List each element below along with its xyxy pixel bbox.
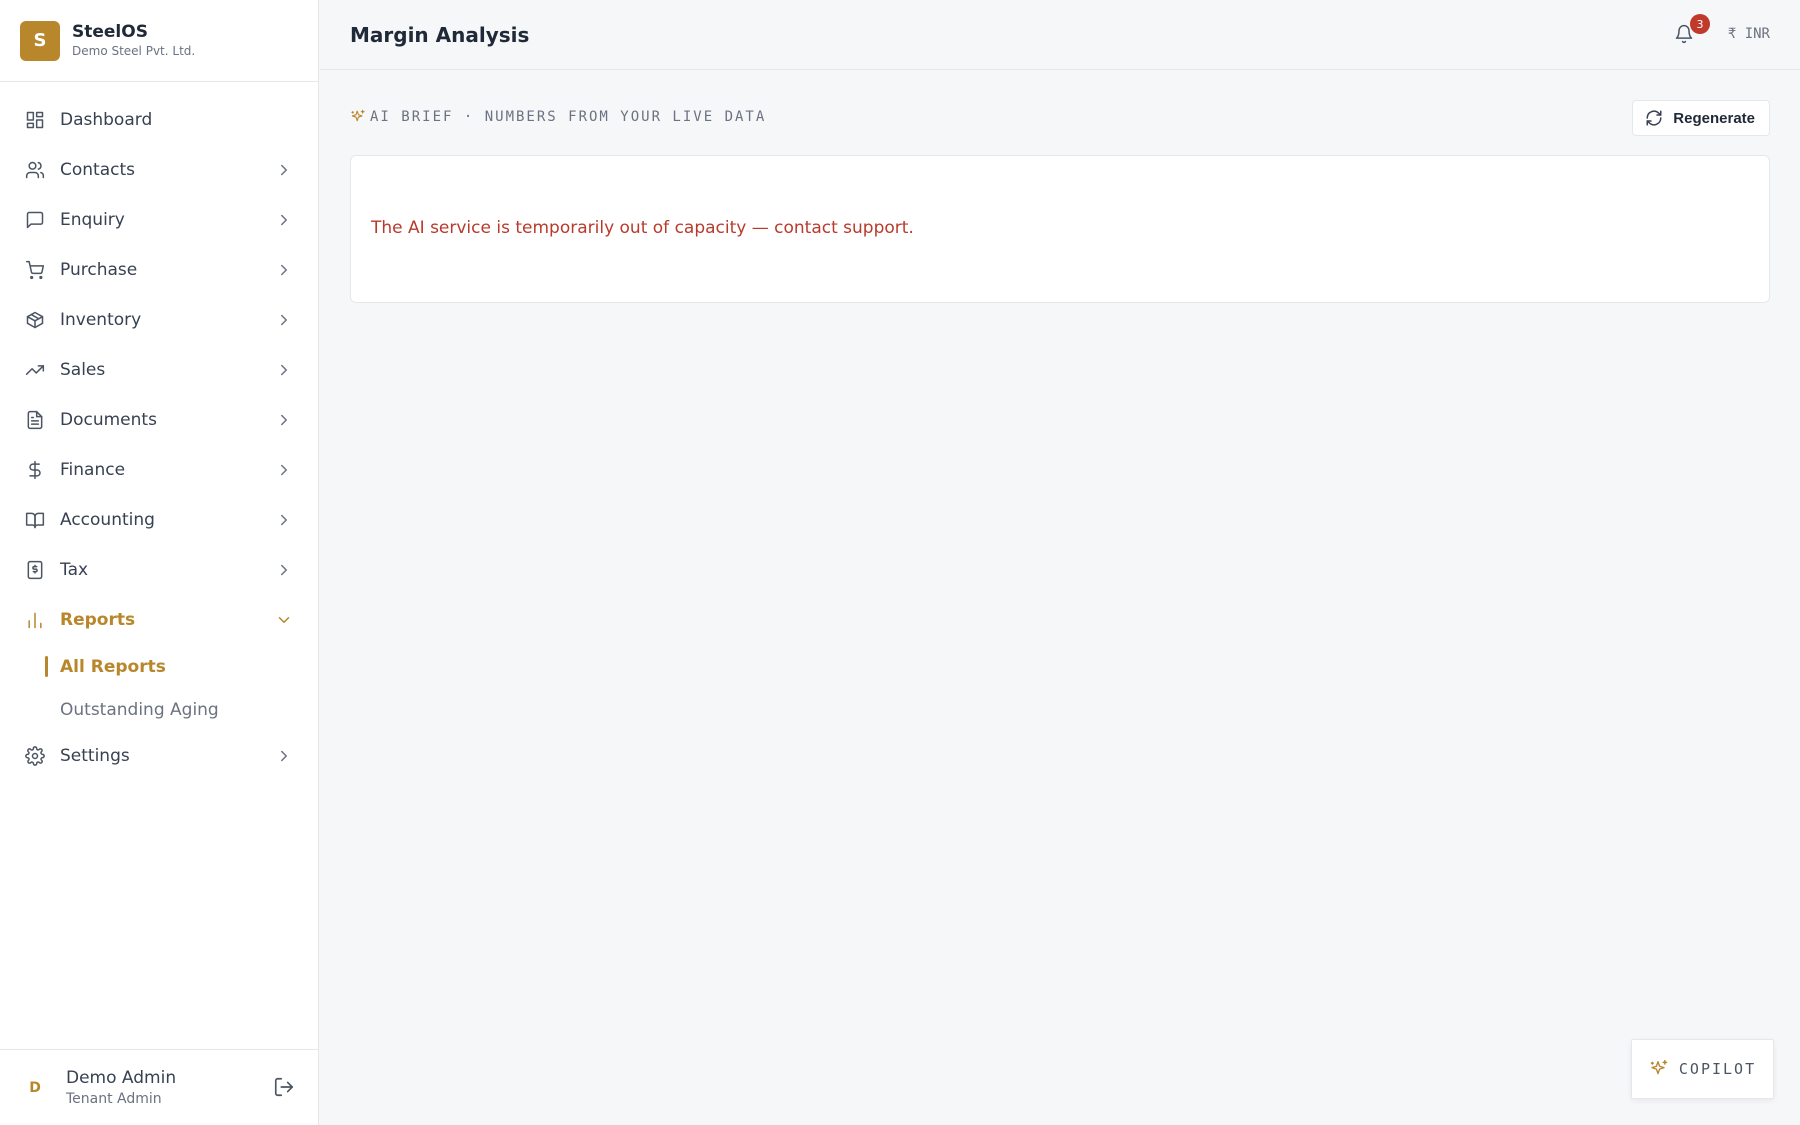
sidebar-item-enquiry[interactable]: Enquiry (0, 195, 319, 245)
regenerate-label: Regenerate (1673, 109, 1755, 127)
brand-name: SteelOS (72, 21, 148, 42)
sidebar-nav: Dashboard Contacts Enquiry Purchase Inve… (0, 95, 319, 781)
trending-up-icon (24, 359, 46, 381)
currency-selector[interactable]: ₹ INR (1728, 26, 1770, 42)
sidebar-item-label: Accounting (60, 510, 155, 530)
chevron-right-icon (275, 311, 293, 329)
book-icon (24, 509, 46, 531)
sidebar-item-label: Finance (60, 460, 126, 480)
chevron-right-icon (275, 361, 293, 379)
chevron-right-icon (275, 161, 293, 179)
sidebar-item-label: Dashboard (60, 110, 153, 130)
sidebar-item-label: Sales (60, 360, 106, 380)
sidebar-subitem-label: Outstanding Aging (60, 699, 219, 720)
dashboard-icon (24, 109, 46, 131)
sidebar-item-dashboard[interactable]: Dashboard (0, 95, 319, 145)
sidebar-subitem-outstanding-aging[interactable]: Outstanding Aging (0, 688, 319, 731)
chevron-right-icon (275, 511, 293, 529)
chevron-right-icon (275, 411, 293, 429)
sidebar-subitem-all-reports[interactable]: All Reports (0, 645, 319, 688)
document-icon (24, 409, 46, 431)
brand-logo: S (20, 20, 60, 61)
sidebar-item-label: Settings (60, 746, 130, 766)
sidebar-item-accounting[interactable]: Accounting (0, 495, 319, 545)
chevron-right-icon (275, 211, 293, 229)
top-bar: Margin Analysis 3 ₹ INR (320, 0, 1800, 70)
ai-brief-card: The AI service is temporarily out of cap… (350, 155, 1770, 303)
sidebar-item-label: Inventory (60, 310, 142, 330)
logout-icon (274, 1077, 294, 1097)
user-profile: D Demo Admin Tenant Admin (0, 1049, 319, 1125)
sidebar-item-reports[interactable]: Reports (0, 595, 319, 645)
sidebar-item-settings[interactable]: Settings (0, 731, 319, 781)
company-name: Demo Steel Pvt. Ltd. (72, 43, 196, 58)
main-content: Margin Analysis 3 ₹ INR AI BRIEF · NUMBE… (320, 0, 1800, 1125)
user-name: Demo Admin (66, 1067, 177, 1088)
brand-header: S SteelOS Demo Steel Pvt. Ltd. (0, 0, 318, 82)
dollar-icon (24, 459, 46, 481)
sidebar-item-label: Tax (60, 560, 89, 580)
sidebar-item-purchase[interactable]: Purchase (0, 245, 319, 295)
sidebar-item-label: Contacts (60, 160, 135, 180)
ai-brief-label: AI BRIEF · NUMBERS FROM YOUR LIVE DATA (370, 109, 767, 125)
users-icon (24, 159, 46, 181)
notification-count-badge: 3 (1690, 14, 1710, 34)
sidebar-item-documents[interactable]: Documents (0, 395, 319, 445)
logout-button[interactable] (273, 1076, 297, 1100)
cart-icon (24, 259, 46, 281)
error-message: The AI service is temporarily out of cap… (371, 218, 914, 238)
receipt-icon (24, 559, 46, 581)
sidebar-item-sales[interactable]: Sales (0, 345, 319, 395)
message-icon (24, 209, 46, 231)
sparkles-icon (351, 109, 365, 122)
sidebar-item-label: Purchase (60, 260, 138, 280)
sidebar-item-label: Reports (60, 610, 136, 630)
chevron-right-icon (275, 261, 293, 279)
refresh-icon (1646, 110, 1662, 126)
sparkles-icon (1650, 1059, 1668, 1075)
sidebar-item-inventory[interactable]: Inventory (0, 295, 319, 345)
sidebar-item-label: Enquiry (60, 210, 125, 230)
ai-brief-header: AI BRIEF · NUMBERS FROM YOUR LIVE DATA R… (350, 100, 1770, 136)
user-role: Tenant Admin (66, 1090, 162, 1107)
bar-chart-icon (24, 609, 46, 631)
sidebar-subitem-label: All Reports (60, 656, 166, 677)
regenerate-button[interactable]: Regenerate (1632, 100, 1770, 136)
chevron-right-icon (275, 561, 293, 579)
page-title: Margin Analysis (350, 22, 530, 47)
chevron-down-icon (275, 611, 293, 629)
sidebar: S SteelOS Demo Steel Pvt. Ltd. Dashboard… (0, 0, 319, 1125)
gear-icon (24, 745, 46, 767)
chevron-right-icon (275, 747, 293, 765)
copilot-button[interactable]: COPILOT (1631, 1039, 1774, 1099)
sidebar-item-label: Documents (60, 410, 157, 430)
avatar: D (29, 1079, 41, 1096)
copilot-label: COPILOT (1678, 1060, 1757, 1078)
package-icon (24, 309, 46, 331)
sidebar-item-finance[interactable]: Finance (0, 445, 319, 495)
sidebar-item-tax[interactable]: Tax (0, 545, 319, 595)
chevron-right-icon (275, 461, 293, 479)
sidebar-item-contacts[interactable]: Contacts (0, 145, 319, 195)
